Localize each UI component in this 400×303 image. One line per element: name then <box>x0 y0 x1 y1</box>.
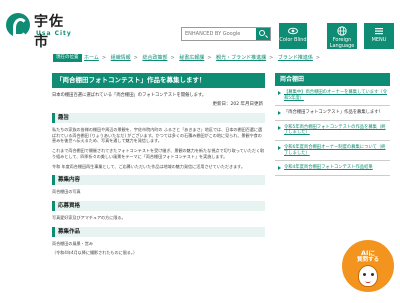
breadcrumb-link[interactable]: 観光・ブランド推進課 <box>216 55 266 61</box>
breadcrumb-separator: > <box>207 55 212 61</box>
sidebar-item[interactable]: 令和5年両合棚田フォトコンテストの作品を募集（終了しました） <box>275 121 390 141</box>
site-search <box>181 27 271 41</box>
search-button[interactable] <box>256 28 270 40</box>
foreign-language-button[interactable]: Foreign Language <box>327 23 357 49</box>
sidebar: 両合棚田 【募集中】両合棚田のオーナーを募集しています（令和5年度） 「両合棚田… <box>275 73 390 176</box>
color-blind-button[interactable]: Color Blind <box>279 23 307 49</box>
breadcrumb-link[interactable]: 秘書広報課 <box>179 55 204 61</box>
sidebar-item-label: 令和4年度両合棚田フォトコンテスト作品結果 <box>284 165 373 171</box>
site-logo[interactable]: 宇佐市 Usa City <box>6 10 76 50</box>
section-paragraph: 令和 年度両合棚田再生事業として、ご応募いただいた作品は地域の魅力発信に活用させ… <box>52 163 245 169</box>
page-title: 「両合棚田フォトコンテスト」作品を募集します！ <box>52 73 265 88</box>
section-heading: 応募資格 <box>52 200 265 211</box>
sidebar-item-label: 令和6年度両合棚田オーナー制度の募集について（終了しました） <box>284 144 386 156</box>
menu-icon <box>375 28 383 35</box>
breadcrumb-list: ホーム > 組織情報 > 総合政策部 > 秘書広報課 > 観光・ブランド推進課 > ブラン… <box>84 53 323 63</box>
menu-button[interactable]: MENU <box>364 23 394 49</box>
arrow-right-icon <box>278 111 281 116</box>
section-paragraph: （令和4年4月以降に撮影されたものに限る。） <box>52 250 138 256</box>
breadcrumb-link[interactable]: ホーム <box>84 55 99 61</box>
page: 宇佐市 Usa City Color Blind Foreign Languag… <box>0 0 400 303</box>
city-emblem-icon <box>6 13 30 37</box>
sidebar-item-current[interactable]: 「両合棚田フォトコンテスト」作品を募集します！ <box>275 106 390 121</box>
search-input[interactable] <box>182 28 257 40</box>
arrow-right-icon <box>278 166 281 171</box>
sidebar-item[interactable]: 令和6年度両合棚田オーナー制度の募集について（終了しました） <box>275 141 390 162</box>
intro-text: 日本の棚田百選に選ばれている「両合棚田」のフォトコンテストを開催します。 <box>52 93 207 98</box>
site-name-en: Usa City <box>36 30 72 37</box>
breadcrumb-link[interactable]: ブランド推進係 <box>278 55 313 61</box>
breadcrumb-separator: > <box>269 55 274 61</box>
eye-icon <box>288 27 298 35</box>
arrow-right-icon <box>278 145 281 150</box>
breadcrumb-separator: > <box>101 55 107 61</box>
section-paragraph: 私たちの家族の皆様の棚田や周辺の景観を、宇佐市院内町の ふるさと「あきまさ」地区… <box>52 127 263 144</box>
breadcrumb-separator: > <box>315 55 321 61</box>
search-icon <box>259 30 265 36</box>
sidebar-heading: 両合棚田 <box>275 73 390 86</box>
section-heading: 趣旨 <box>52 113 265 123</box>
sidebar-item-label: 令和5年両合棚田フォトコンテストの作品を募集（終了しました） <box>284 124 386 136</box>
section-heading: 募集内容 <box>52 175 265 186</box>
updated-date: 更新日：202 年月日更新 <box>212 102 263 107</box>
section-paragraph: これまで両合棚田で開催されてきたフォトコンテストを受け継ぎ、景観の魅力を新たな視… <box>52 148 265 159</box>
breadcrumb-separator: > <box>133 55 138 61</box>
breadcrumb: 現在の位置 ホーム > 組織情報 > 総合政策部 > 秘書広報課 > 観光・ブランド推進… <box>0 53 400 63</box>
breadcrumb-badge: 現在の位置 <box>53 54 82 62</box>
ai-chat-button[interactable]: AIに 質問する <box>340 238 396 298</box>
menu-label: MENU <box>371 37 387 43</box>
arrow-right-icon <box>278 125 281 130</box>
sidebar-item[interactable]: 【募集中】両合棚田のオーナーを募集しています（令和5年度） <box>275 86 390 107</box>
site-header: 宇佐市 Usa City Color Blind Foreign Languag… <box>0 0 400 52</box>
section-paragraph: 両合棚田の写真 <box>52 189 81 195</box>
sidebar-item[interactable]: 令和4年度両合棚田フォトコンテスト作品結果 <box>275 161 390 176</box>
section-paragraph: 写真愛好家及びアマチュアの方に限る。 <box>52 214 126 220</box>
breadcrumb-link[interactable]: 組織情報 <box>111 55 131 61</box>
section-paragraph: 両合棚田の風景・営み <box>52 240 93 246</box>
main-content: 「両合棚田フォトコンテスト」作品を募集します！ 日本の棚田百選に選ばれている「両… <box>52 73 265 256</box>
breadcrumb-separator: > <box>170 55 175 61</box>
foreign-language-label: Foreign Language <box>329 37 355 49</box>
ai-chat-line2: 質問する <box>356 257 379 263</box>
breadcrumb-link[interactable]: 総合政策部 <box>142 55 167 61</box>
color-blind-label: Color Blind <box>279 37 307 43</box>
mascot-icon <box>358 265 378 287</box>
globe-icon <box>337 26 347 36</box>
sidebar-item-label: 「両合棚田フォトコンテスト」作品を募集します！ <box>284 110 383 116</box>
sidebar-item-label: 【募集中】両合棚田のオーナーを募集しています（令和5年度） <box>284 90 387 101</box>
arrow-right-icon <box>278 91 281 95</box>
section-heading: 募集作品 <box>52 226 265 237</box>
